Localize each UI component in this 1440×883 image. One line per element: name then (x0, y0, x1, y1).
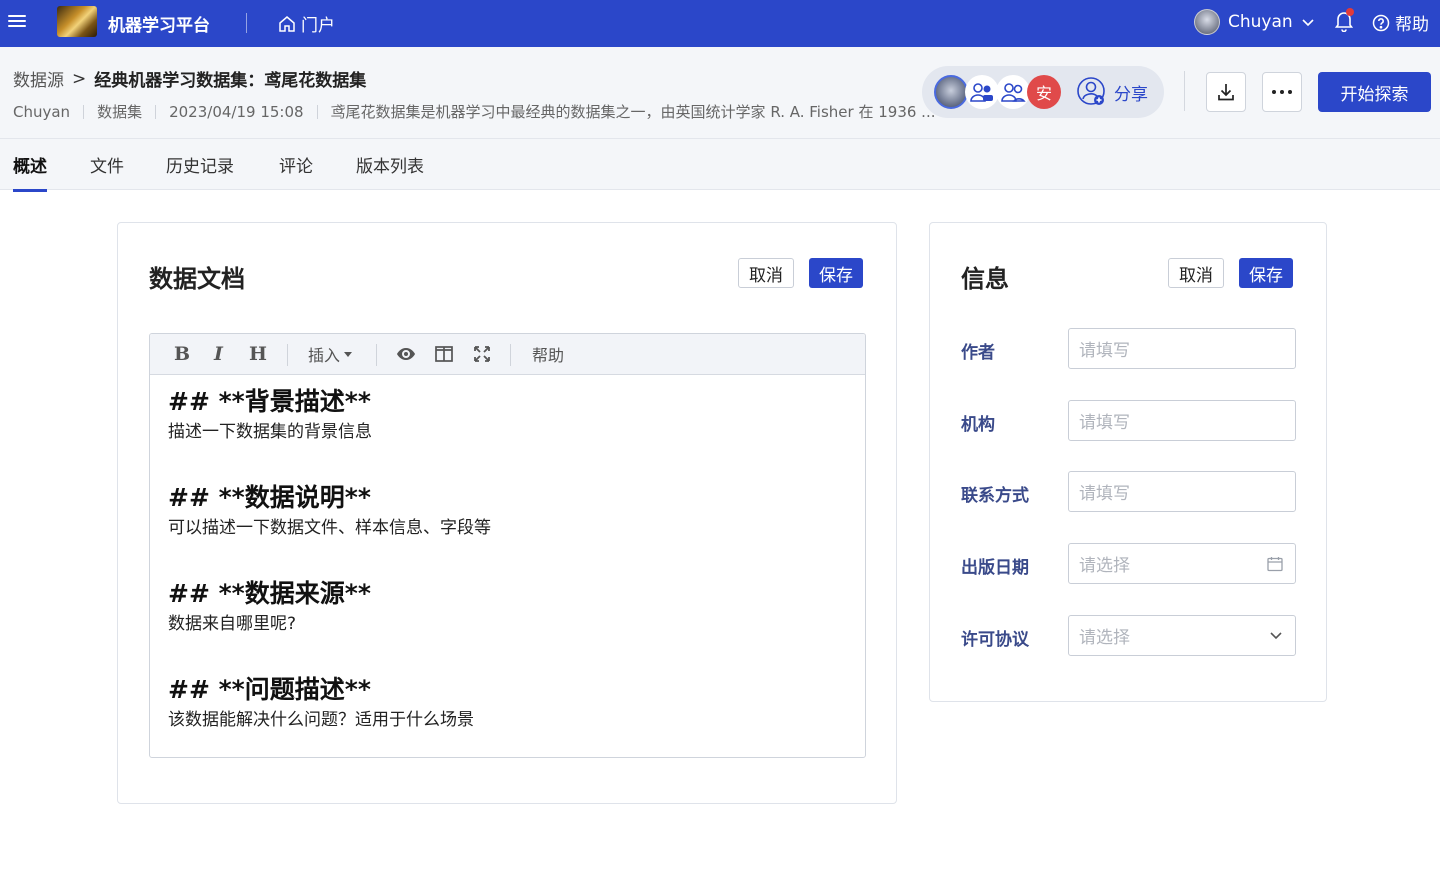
heading-button[interactable]: H (249, 343, 267, 365)
notification-bell-icon[interactable] (1334, 8, 1354, 33)
md-paragraph: 数据来自哪里呢? (168, 614, 297, 634)
license-field-row: 许可协议 请选择 (961, 615, 1297, 656)
notification-dot (1346, 8, 1354, 16)
editor-toolbar: B I H 插入 帮助 (150, 334, 865, 375)
collaborator-avatar[interactable] (934, 75, 968, 109)
organization-input[interactable]: 请填写 (1068, 400, 1296, 441)
data-document-title: 数据文档 (149, 265, 245, 293)
license-placeholder: 请选择 (1079, 628, 1130, 648)
share-label: 分享 (1114, 84, 1148, 105)
organization-field-row: 机构 请填写 (961, 400, 1297, 441)
info-save-button[interactable]: 保存 (1239, 258, 1293, 288)
md-heading: ## **问题描述** (168, 675, 371, 704)
help-link[interactable]: 帮助 (1372, 10, 1429, 35)
breadcrumb: 数据源 > 经典机器学习数据集：鸢尾花数据集 (13, 66, 367, 92)
contact-input[interactable]: 请填写 (1068, 471, 1296, 512)
tab-versions[interactable]: 版本列表 (356, 152, 424, 189)
md-heading: ## **数据来源** (168, 579, 371, 608)
topbar-divider (246, 13, 247, 33)
portal-label: 门户 (301, 16, 335, 36)
user-group-icon[interactable] (965, 75, 999, 109)
publish-date-placeholder: 请选择 (1079, 556, 1130, 576)
portal-link[interactable]: 门户 (278, 11, 335, 36)
download-button[interactable] (1206, 72, 1246, 112)
md-paragraph: 可以描述一下数据文件、样本信息、字段等 (168, 518, 491, 538)
download-icon (1218, 84, 1234, 101)
publish-date-label: 出版日期 (961, 558, 1029, 578)
tab-overview[interactable]: 概述 (13, 152, 47, 192)
md-paragraph: 该数据能解决什么问题？适用于什么场景 (168, 710, 474, 730)
dataset-description: 鸢尾花数据集是机器学习中最经典的数据集之一，由英国统计学家 R. A. Fish… (330, 103, 936, 121)
breadcrumb-datasource[interactable]: 数据源 (13, 66, 64, 91)
more-options-button[interactable] (1262, 72, 1302, 112)
top-navigation-bar: 机器学习平台 门户 Chuyan 帮助 (0, 0, 1440, 47)
dataset-owner[interactable]: Chuyan (13, 103, 70, 121)
author-label: 作者 (961, 343, 995, 363)
user-avatar (1194, 9, 1220, 35)
md-paragraph: 描述一下数据集的背景信息 (168, 422, 372, 442)
info-cancel-button[interactable]: 取消 (1168, 258, 1224, 288)
publish-date-field-row: 出版日期 请选择 (961, 543, 1297, 584)
tab-files[interactable]: 文件 (90, 152, 124, 189)
contact-label: 联系方式 (961, 486, 1029, 506)
italic-button[interactable]: I (214, 343, 223, 365)
editor-help-button[interactable]: 帮助 (532, 343, 564, 365)
fullscreen-icon[interactable] (473, 343, 491, 365)
doc-save-button[interactable]: 保存 (809, 258, 863, 288)
breadcrumb-current: 经典机器学习数据集：鸢尾花数据集 (94, 71, 367, 91)
dataset-meta: Chuyan 数据集 2023/04/19 15:08 鸢尾花数据集是机器学习中… (13, 101, 941, 122)
header-divider (1184, 71, 1185, 111)
user-name: Chuyan (1228, 12, 1293, 32)
caret-down-icon (344, 351, 353, 357)
preview-eye-icon[interactable] (396, 343, 416, 365)
chevron-down-icon (1302, 19, 1314, 27)
tab-bar: 概述 文件 历史记录 评论 版本列表 (0, 138, 1440, 192)
markdown-editor[interactable]: B I H 插入 帮助 ## **背景描述** 描述一下数据集的背景信息 ## … (149, 333, 866, 758)
tab-comments[interactable]: 评论 (279, 152, 313, 189)
md-heading: ## **数据说明** (168, 483, 371, 512)
publish-date-picker[interactable]: 请选择 (1068, 543, 1296, 584)
data-document-card: 数据文档 取消 保存 B I H 插入 帮助 ## **背景描述** 描述一下数… (117, 222, 897, 804)
start-explore-button[interactable]: 开始探索 (1318, 72, 1431, 112)
license-label: 许可协议 (961, 630, 1029, 650)
dataset-header: 数据源 > 经典机器学习数据集：鸢尾花数据集 Chuyan 数据集 2023/0… (0, 47, 1440, 138)
chevron-down-icon (1270, 632, 1282, 640)
platform-logo[interactable] (57, 6, 97, 37)
editor-content[interactable]: ## **背景描述** 描述一下数据集的背景信息 ## **数据说明** 可以描… (150, 375, 865, 743)
info-card: 信息 取消 保存 作者 请填写 机构 请填写 联系方式 请填写 出版日期 请选择… (929, 222, 1327, 702)
user-group-icon[interactable] (996, 75, 1030, 109)
dataset-updated-time: 2023/04/19 15:08 (169, 102, 304, 121)
author-field-row: 作者 请填写 (961, 328, 1297, 369)
add-user-icon (1077, 77, 1105, 105)
question-circle-icon (1372, 14, 1390, 31)
insert-label: 插入 (308, 346, 341, 365)
side-by-side-icon[interactable] (435, 343, 453, 365)
user-menu[interactable]: Chuyan (1194, 9, 1315, 35)
calendar-icon (1267, 557, 1283, 572)
license-select[interactable]: 请选择 (1068, 615, 1296, 656)
collaborator-avatar-an[interactable]: 安 (1027, 75, 1061, 109)
breadcrumb-separator: > (72, 68, 87, 89)
home-icon (279, 15, 295, 32)
dataset-type: 数据集 (97, 103, 143, 121)
info-title: 信息 (961, 265, 1009, 293)
insert-dropdown[interactable]: 插入 (308, 343, 353, 365)
help-label: 帮助 (1395, 15, 1429, 35)
tab-history[interactable]: 历史记录 (166, 152, 234, 189)
doc-cancel-button[interactable]: 取消 (738, 258, 794, 288)
share-button[interactable]: 分享 (1076, 76, 1148, 108)
bold-button[interactable]: B (174, 343, 190, 365)
contact-field-row: 联系方式 请填写 (961, 471, 1297, 512)
collaborators-bar: 安 分享 (922, 66, 1164, 118)
md-heading: ## **背景描述** (168, 387, 371, 416)
organization-label: 机构 (961, 415, 995, 435)
author-input[interactable]: 请填写 (1068, 328, 1296, 369)
more-horizontal-icon (1272, 90, 1292, 94)
app-title[interactable]: 机器学习平台 (108, 11, 210, 36)
hamburger-menu-icon[interactable] (8, 12, 26, 30)
